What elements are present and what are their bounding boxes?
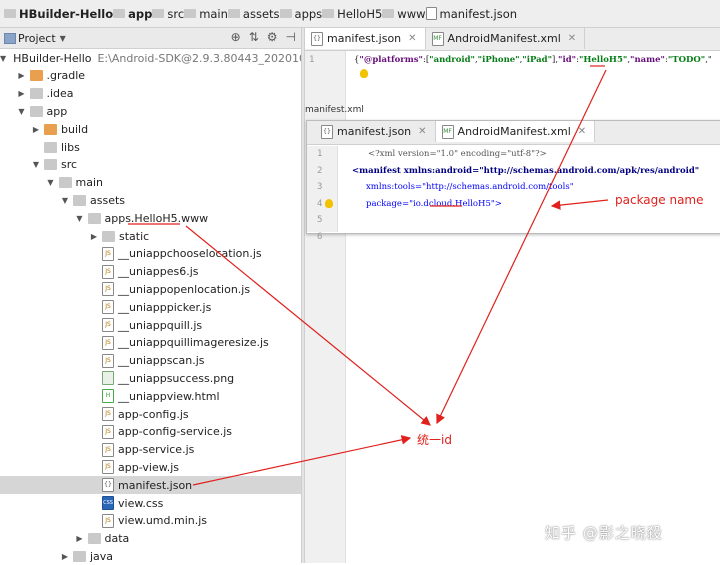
arrow-json-id (436, 69, 607, 425)
arrow-folder-id (185, 225, 431, 426)
unified-id-annotation: 统一id (417, 433, 452, 447)
watermark: 知乎 @影之晓殺 (545, 524, 663, 542)
annotation-arrows (128, 65, 609, 486)
arrow-package-name (550, 199, 609, 210)
arrow-manifest-file (192, 435, 412, 486)
package-name-annotation: package name (615, 193, 704, 207)
